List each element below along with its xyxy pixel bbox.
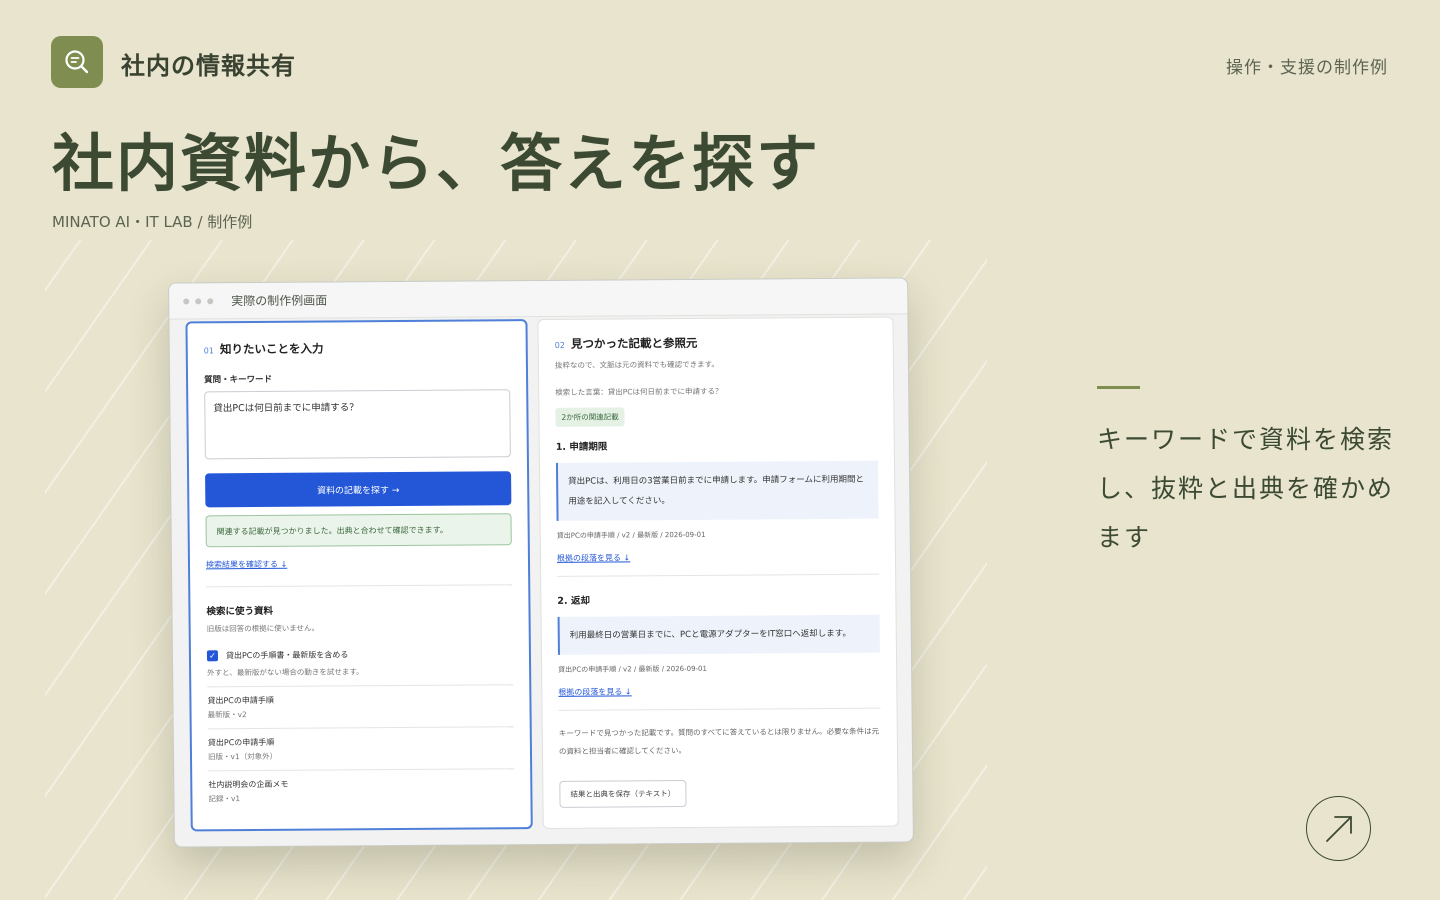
query-field-label: 質問・キーワード <box>204 374 273 386</box>
save-results-button[interactable]: 結果と出典を保存（テキスト） <box>559 779 687 808</box>
search-query-display: 検索した言葉：貸出PCは何日前までに申請する？ <box>555 386 723 397</box>
checkbox-checked-icon[interactable]: ✓ <box>206 650 219 662</box>
page-title: 社内資料から、答えを探す <box>52 127 821 200</box>
list-item: 貸出PCの申請手順 最新版・v2 <box>207 684 514 729</box>
section-title: 見つかった記載と参照元 <box>570 335 698 351</box>
results-description: 抜粋なので、文脈は元の資料でも確認できます。 <box>554 359 719 370</box>
doc-name: 貸出PCの申請手順 <box>207 737 275 748</box>
input-panel: 01 知りたいことを入力 質問・キーワード 貸出PCは何日前までに申請する？ 資… <box>185 319 533 832</box>
section-number: 01 <box>203 346 214 356</box>
checkbox-note: 外すと、最新版がない場合の動きを試せます。 <box>207 667 364 678</box>
list-item: 貸出PCの申請手順 旧版・v1（対象外） <box>207 726 515 771</box>
result-title: 1. 申請期限 <box>555 441 608 453</box>
search-document-icon <box>65 50 89 74</box>
open-link-button[interactable] <box>1306 796 1371 861</box>
view-source-link[interactable]: 根拠の段落を見る ↓ <box>557 551 879 564</box>
divider <box>558 707 881 711</box>
window-dot <box>195 297 202 304</box>
window-titlebar: 実際の制作例画面 <box>169 278 908 320</box>
result-item: 1. 申請期限 貸出PCは、利用日の3営業日前までに申請します。申請フォームに利… <box>556 437 879 564</box>
results-section-header: 02 見つかった記載と参照元 <box>555 334 877 352</box>
result-title: 2. 返却 <box>557 595 590 607</box>
sources-note: 旧版は回答の根拠に使いません。 <box>206 623 320 634</box>
divider <box>206 584 513 588</box>
list-item: 社内説明会の企画メモ 記録・v1 <box>208 768 515 813</box>
doc-meta: 旧版・v1（対象外） <box>207 751 278 762</box>
view-source-link[interactable]: 根拠の段落を見る ↓ <box>558 685 880 698</box>
doc-name: 社内説明会の企画メモ <box>208 779 289 790</box>
checkbox-label: 貸出PCの手順書・最新版を含める <box>225 650 349 661</box>
results-panel: 02 見つかった記載と参照元 抜粋なので、文脈は元の資料でも確認できます。 検索… <box>537 316 899 829</box>
window-controls <box>183 297 214 304</box>
brand-name: 社内の情報共有 <box>121 52 296 80</box>
doc-meta: 記録・v1 <box>208 794 241 804</box>
match-count-badge: 2か所の関連記載 <box>555 407 625 427</box>
input-section-header: 01 知りたいことを入力 <box>204 339 510 357</box>
window-dot <box>183 297 190 304</box>
feature-description: キーワードで資料を検索し、抜粋と出典を確かめます <box>1097 425 1395 552</box>
result-quote: 利用最終日の営業日までに、PCと電源アダプターをIT窓口へ返却します。 <box>557 614 880 655</box>
result-source: 貸出PCの申請手順 / v2 / 最新版 / 2026-09-01 <box>558 664 707 674</box>
section-number: 02 <box>554 340 565 350</box>
accent-line <box>1097 386 1140 389</box>
doc-meta: 最新版・v2 <box>207 710 247 720</box>
latest-version-toggle[interactable]: ✓ 貸出PCの手順書・最新版を含める <box>206 648 513 662</box>
category-label: 操作・支援の制作例 <box>1226 58 1388 78</box>
app-window-mockup: 実際の制作例画面 01 知りたいことを入力 質問・キーワード 貸出PCは何日前ま… <box>168 277 914 848</box>
sources-title: 検索に使う資料 <box>206 605 274 618</box>
credit-line: MINATO AI・IT LAB / 制作例 <box>52 213 253 231</box>
result-item: 2. 返却 利用最終日の営業日までに、PCと電源アダプターをIT窓口へ返却します… <box>557 591 880 698</box>
window-title: 実際の制作例画面 <box>231 293 328 309</box>
arrow-up-right-icon <box>1325 815 1352 842</box>
query-input[interactable]: 貸出PCは何日前までに申請する？ <box>204 389 511 460</box>
search-button[interactable]: 資料の記載を探す → <box>205 471 512 508</box>
view-results-link[interactable]: 検索結果を確認する ↓ <box>206 557 512 570</box>
success-message: 関連する記載が見つかりました。出典と合わせて確認できます。 <box>205 513 512 548</box>
disclaimer-note: キーワードで見つかった記載です。質問のすべてに答えているとは限りません。必要な条… <box>558 726 880 756</box>
divider <box>557 573 880 577</box>
window-dot <box>207 297 214 304</box>
doc-name: 貸出PCの申請手順 <box>207 695 274 706</box>
section-title: 知りたいことを入力 <box>219 341 324 357</box>
result-quote: 貸出PCは、利用日の3営業日前までに申請します。申請フォームに利用期間と用途を記… <box>555 460 879 521</box>
logo <box>51 36 103 88</box>
result-source: 貸出PCの申請手順 / v2 / 最新版 / 2026-09-01 <box>556 530 706 540</box>
